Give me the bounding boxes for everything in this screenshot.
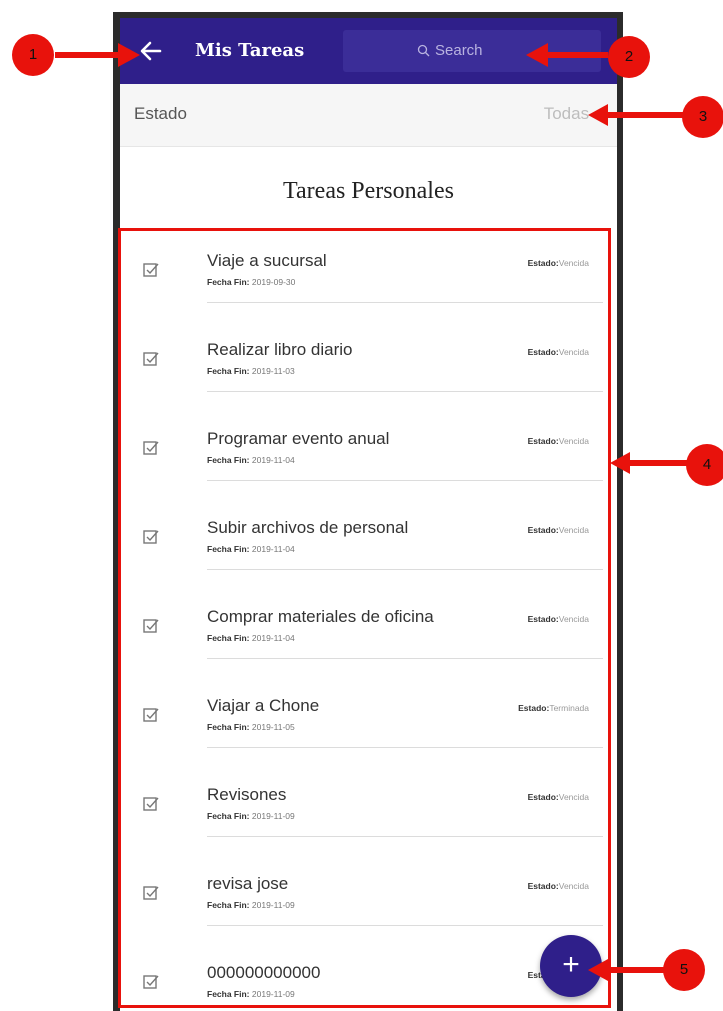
annotation-badge-5: 5	[663, 949, 705, 991]
annotation-arrows	[55, 43, 697, 981]
annotation-badge-4: 4	[686, 444, 723, 486]
annotation-badge-1: 1	[12, 34, 54, 76]
annotation-badge-3: 3	[682, 96, 723, 138]
annotation-badge-2: 2	[608, 36, 650, 78]
